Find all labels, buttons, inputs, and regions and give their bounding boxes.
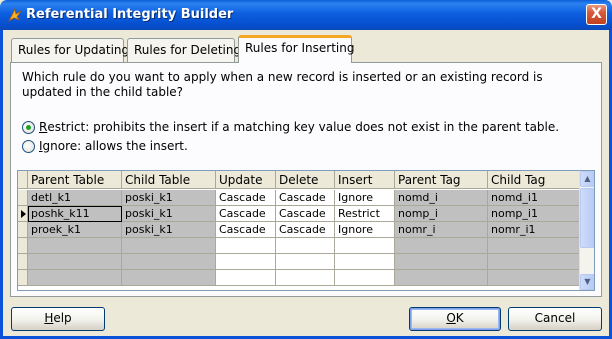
app-logo-icon	[8, 7, 22, 23]
cell-delete[interactable]: Cascade	[276, 206, 335, 222]
cell-update[interactable]: Cascade	[216, 222, 276, 238]
close-button[interactable]: X	[586, 4, 607, 25]
ok-button[interactable]: OK	[409, 307, 501, 331]
empty-cell	[395, 238, 488, 254]
help-mnemonic: H	[44, 311, 54, 325]
row-selector	[18, 270, 28, 286]
empty-cell	[488, 270, 580, 286]
empty-cell	[216, 238, 276, 254]
empty-cell	[488, 238, 580, 254]
table-row[interactable]: poshk_k11 poski_k1 Cascade Cascade Restr…	[18, 206, 580, 222]
cell-parent-table: detl_k1	[28, 190, 122, 206]
cell-child-tag: nomr_i1	[488, 222, 580, 238]
empty-cell	[335, 270, 395, 286]
cell-parent-tag: nomd_i	[395, 190, 488, 206]
cell-delete[interactable]: Cascade	[276, 222, 335, 238]
row-selector	[18, 254, 28, 270]
cell-update[interactable]: Cascade	[216, 190, 276, 206]
empty-cell	[122, 270, 216, 286]
scroll-thumb[interactable]	[580, 188, 594, 248]
help-button[interactable]: Help	[11, 307, 105, 331]
cell-delete[interactable]: Cascade	[276, 190, 335, 206]
column-header-child-table[interactable]: Child Table	[122, 171, 216, 189]
grid-corner	[18, 171, 28, 189]
restrict-label: estrict: prohibits the insert if a match…	[47, 120, 560, 134]
column-header-parent-table[interactable]: Parent Table	[28, 171, 122, 189]
cell-child-tag: nomd_i1	[488, 190, 580, 206]
cancel-button[interactable]: Cancel	[508, 307, 602, 331]
title-bar[interactable]: Referential Integrity Builder X	[0, 0, 612, 30]
empty-cell	[216, 270, 276, 286]
cell-parent-table[interactable]: poshk_k11	[28, 206, 122, 222]
vertical-scrollbar[interactable]: ▲ ▼	[579, 171, 594, 290]
table-row[interactable]: proek_k1 poski_k1 Cascade Cascade Ignore…	[18, 222, 580, 238]
restrict-radio[interactable]	[22, 120, 35, 134]
column-header-insert[interactable]: Insert	[335, 171, 395, 189]
empty-row	[18, 270, 580, 286]
window-title: Referential Integrity Builder	[26, 7, 234, 22]
empty-cell	[122, 238, 216, 254]
cell-parent-tag: nomp_i	[395, 206, 488, 222]
empty-row	[18, 238, 580, 254]
cell-child-table: poski_k1	[122, 206, 216, 222]
current-row-pointer-icon[interactable]	[18, 206, 28, 222]
cell-insert[interactable]: Restrict	[335, 206, 395, 222]
rule-question: Which rule do you want to apply when a n…	[22, 70, 543, 99]
grid-header: Parent Table Child Table Update Delete I…	[18, 171, 580, 189]
empty-cell	[122, 254, 216, 270]
help-label: elp	[53, 311, 72, 325]
column-header-child-tag[interactable]: Child Tag	[488, 171, 580, 189]
cell-parent-tag: nomr_i	[395, 222, 488, 238]
column-header-delete[interactable]: Delete	[276, 171, 335, 189]
tab-rules-for-updating[interactable]: Rules for Updating	[11, 38, 129, 62]
empty-cell	[28, 270, 122, 286]
cell-child-table: poski_k1	[122, 190, 216, 206]
empty-cell	[28, 238, 122, 254]
empty-cell	[276, 270, 335, 286]
column-header-update[interactable]: Update	[216, 171, 276, 189]
column-header-parent-tag[interactable]: Parent Tag	[395, 171, 488, 189]
ignore-radio[interactable]	[22, 139, 35, 153]
cell-update[interactable]: Cascade	[216, 206, 276, 222]
empty-cell	[276, 238, 335, 254]
cell-parent-table: proek_k1	[28, 222, 122, 238]
restrict-option[interactable]: Restrict: prohibits the insert if a matc…	[22, 119, 559, 135]
scroll-up-icon[interactable]: ▲	[580, 171, 594, 187]
cell-insert[interactable]: Ignore	[335, 222, 395, 238]
restrict-mnemonic: R	[39, 120, 48, 134]
tab-rules-for-deleting[interactable]: Rules for Deleting	[127, 38, 241, 62]
relations-grid[interactable]: Parent Table Child Table Update Delete I…	[17, 170, 595, 291]
row-selector	[18, 238, 28, 254]
row-selector[interactable]	[18, 222, 28, 238]
tab-rules-for-inserting[interactable]: Rules for Inserting	[238, 35, 354, 63]
scroll-down-icon[interactable]: ▼	[580, 274, 594, 290]
empty-cell	[276, 254, 335, 270]
empty-cell	[395, 270, 488, 286]
empty-cell	[335, 254, 395, 270]
ignore-label: gnore: allows the insert.	[42, 139, 188, 153]
ok-label: K	[455, 311, 464, 325]
ok-mnemonic: O	[446, 311, 456, 325]
cell-insert[interactable]: Ignore	[335, 190, 395, 206]
empty-cell	[395, 254, 488, 270]
empty-cell	[216, 254, 276, 270]
empty-cell	[28, 254, 122, 270]
cell-child-tag: nomp_i1	[488, 206, 580, 222]
table-row[interactable]: detl_k1 poski_k1 Cascade Cascade Ignore …	[18, 190, 580, 206]
row-selector[interactable]	[18, 190, 28, 206]
empty-cell	[488, 254, 580, 270]
cell-child-table: poski_k1	[122, 222, 216, 238]
ignore-option[interactable]: Ignore: allows the insert.	[22, 138, 188, 154]
empty-row	[18, 254, 580, 270]
empty-cell	[335, 238, 395, 254]
